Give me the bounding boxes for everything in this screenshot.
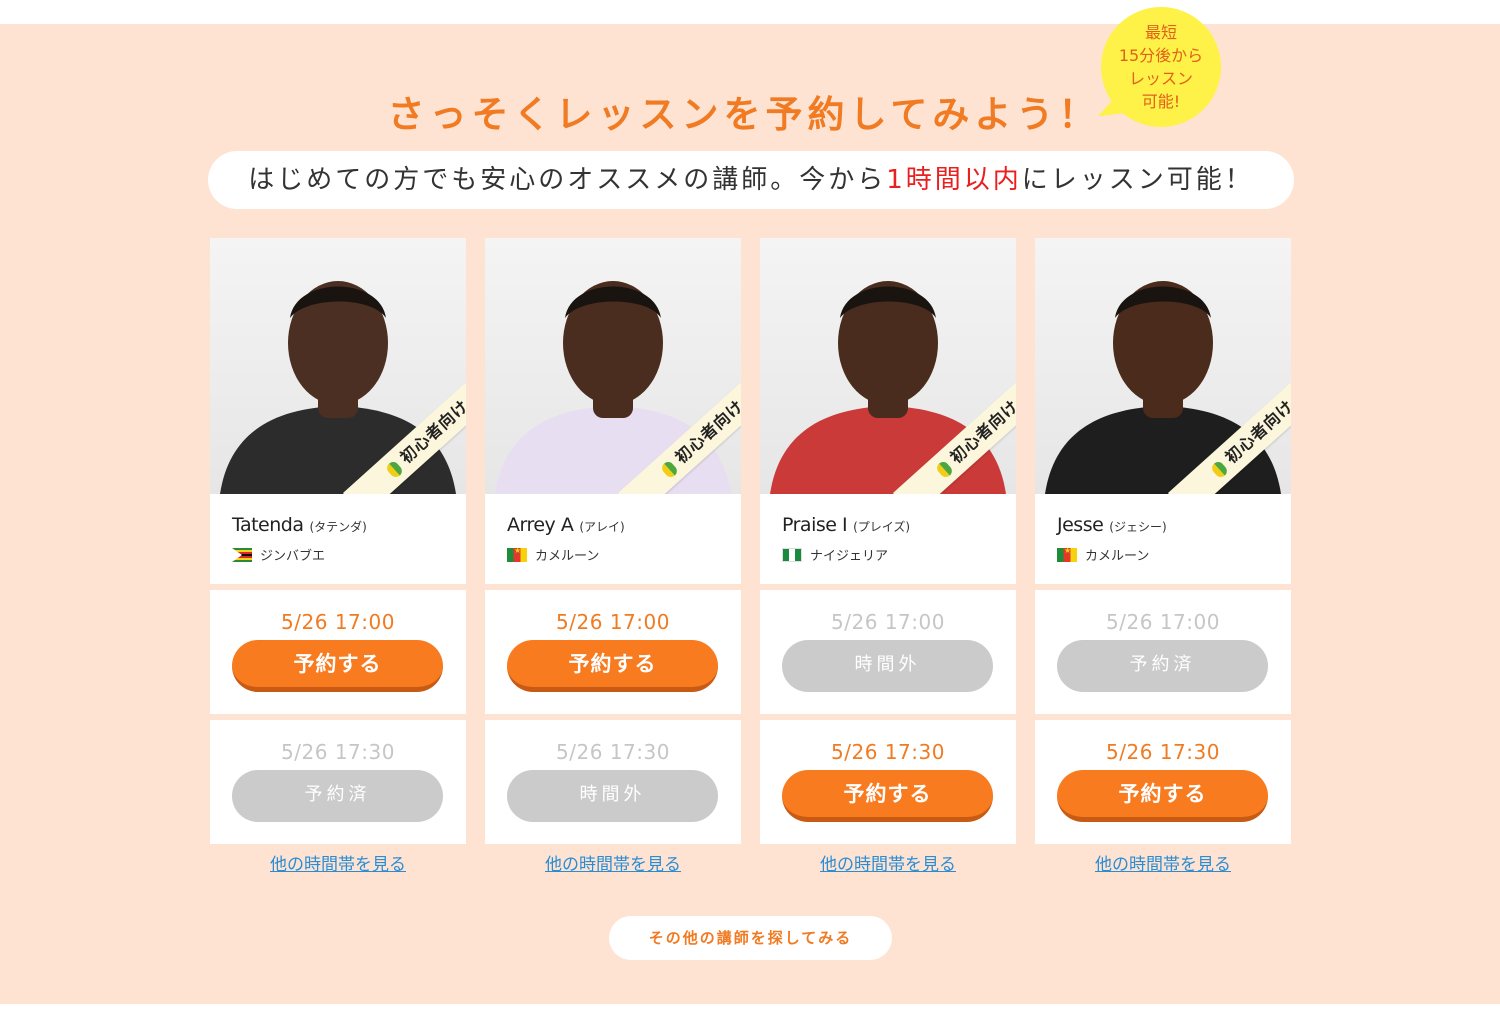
teacher-name: Praise I bbox=[782, 514, 848, 536]
booked-button: 予約済 bbox=[232, 770, 443, 822]
slot-time: 5/26 17:00 bbox=[1106, 610, 1220, 634]
find-other-teachers-button[interactable]: その他の講師を探してみる bbox=[609, 916, 892, 960]
teacher-photo[interactable]: 初心者向け bbox=[1035, 238, 1291, 494]
beginner-leaf-icon bbox=[1210, 459, 1230, 479]
teacher-name: Tatenda bbox=[232, 514, 304, 536]
time-slot: 5/26 17:30 予約する bbox=[760, 720, 1016, 844]
teacher-info: Praise I (プレイズ) ナイジェリア bbox=[760, 494, 1016, 584]
beginner-leaf-icon bbox=[935, 459, 955, 479]
country-name: ジンバブエ bbox=[260, 549, 326, 564]
page-headline: さっそくレッスンを予約してみよう！ bbox=[387, 93, 1101, 136]
teacher-name-row[interactable]: Jesse (ジェシー) bbox=[1057, 514, 1167, 536]
slot-time: 5/26 17:30 bbox=[556, 740, 670, 764]
teacher-name: Arrey A bbox=[507, 514, 574, 536]
teacher-country: カメルーン bbox=[507, 545, 599, 564]
teacher-info: Tatenda (タテンダ) ジンバブエ bbox=[210, 494, 466, 584]
slot-time: 5/26 17:30 bbox=[1106, 740, 1220, 764]
teacher-name-kana: (タテンダ) bbox=[309, 520, 367, 534]
nigeria-flag-icon bbox=[782, 548, 802, 562]
teacher-info: Arrey A (アレイ) カメルーン bbox=[485, 494, 741, 584]
other-times-link[interactable]: 他の時間帯を見る bbox=[210, 850, 466, 875]
teacher-name-kana: (アレイ) bbox=[579, 520, 625, 534]
time-slot: 5/26 17:00 予約する bbox=[485, 590, 741, 714]
teacher-country: カメルーン bbox=[1057, 545, 1149, 564]
time-slot: 5/26 17:30 予約する bbox=[1035, 720, 1291, 844]
teacher-photo[interactable]: 初心者向け bbox=[760, 238, 1016, 494]
teacher-country: ジンバブエ bbox=[232, 545, 325, 564]
beginner-leaf-icon bbox=[660, 459, 680, 479]
subhead-text: はじめての方でも安心のオススメの講師。今から bbox=[248, 165, 887, 195]
unavailable-button: 時間外 bbox=[507, 770, 718, 822]
reserve-button[interactable]: 予約する bbox=[232, 640, 443, 692]
unavailable-button: 時間外 bbox=[782, 640, 993, 692]
bottom-strip bbox=[0, 1004, 1500, 1018]
teacher-photo[interactable]: 初心者向け bbox=[210, 238, 466, 494]
other-times-link[interactable]: 他の時間帯を見る bbox=[485, 850, 741, 875]
slot-time: 5/26 17:30 bbox=[831, 740, 945, 764]
country-name: カメルーン bbox=[1085, 549, 1150, 564]
teacher-info: Jesse (ジェシー) カメルーン bbox=[1035, 494, 1291, 584]
time-slot: 5/26 17:30 時間外 bbox=[485, 720, 741, 844]
slot-time: 5/26 17:30 bbox=[281, 740, 395, 764]
slot-time: 5/26 17:00 bbox=[556, 610, 670, 634]
slot-time: 5/26 17:00 bbox=[831, 610, 945, 634]
cameroon-flag-icon bbox=[1057, 546, 1077, 562]
slot-time: 5/26 17:00 bbox=[281, 610, 395, 634]
country-name: ナイジェリア bbox=[810, 549, 889, 564]
subhead-text-end: にレッスン可能！ bbox=[1021, 165, 1254, 195]
other-times-link[interactable]: 他の時間帯を見る bbox=[760, 850, 1016, 875]
time-slot: 5/26 17:00 予約済 bbox=[1035, 590, 1291, 714]
teacher-country: ナイジェリア bbox=[782, 545, 888, 564]
subhead-highlight: 1時間以内 bbox=[886, 165, 1022, 195]
teacher-name-row[interactable]: Arrey A (アレイ) bbox=[507, 514, 625, 536]
teacher-name-kana: (プレイズ) bbox=[853, 520, 911, 534]
time-slot: 5/26 17:30 予約済 bbox=[210, 720, 466, 844]
time-slot: 5/26 17:00 予約する bbox=[210, 590, 466, 714]
teacher-name-row[interactable]: Praise I (プレイズ) bbox=[782, 514, 910, 536]
reserve-button[interactable]: 予約する bbox=[782, 770, 993, 822]
cameroon-flag-icon bbox=[507, 546, 527, 562]
teacher-photo[interactable]: 初心者向け bbox=[485, 238, 741, 494]
teacher-name-kana: (ジェシー) bbox=[1109, 520, 1167, 534]
beginner-leaf-icon bbox=[385, 459, 405, 479]
subheadline: はじめての方でも安心のオススメの講師。今から1時間以内にレッスン可能！ bbox=[208, 151, 1294, 209]
teacher-name-row[interactable]: Tatenda (タテンダ) bbox=[232, 514, 367, 536]
zimbabwe-flag-icon bbox=[232, 548, 252, 562]
other-times-link[interactable]: 他の時間帯を見る bbox=[1035, 850, 1291, 875]
time-slot: 5/26 17:00 時間外 bbox=[760, 590, 1016, 714]
booked-button: 予約済 bbox=[1057, 640, 1268, 692]
country-name: カメルーン bbox=[535, 549, 600, 564]
reserve-button[interactable]: 予約する bbox=[507, 640, 718, 692]
teacher-name: Jesse bbox=[1057, 514, 1104, 536]
reserve-button[interactable]: 予約する bbox=[1057, 770, 1268, 822]
